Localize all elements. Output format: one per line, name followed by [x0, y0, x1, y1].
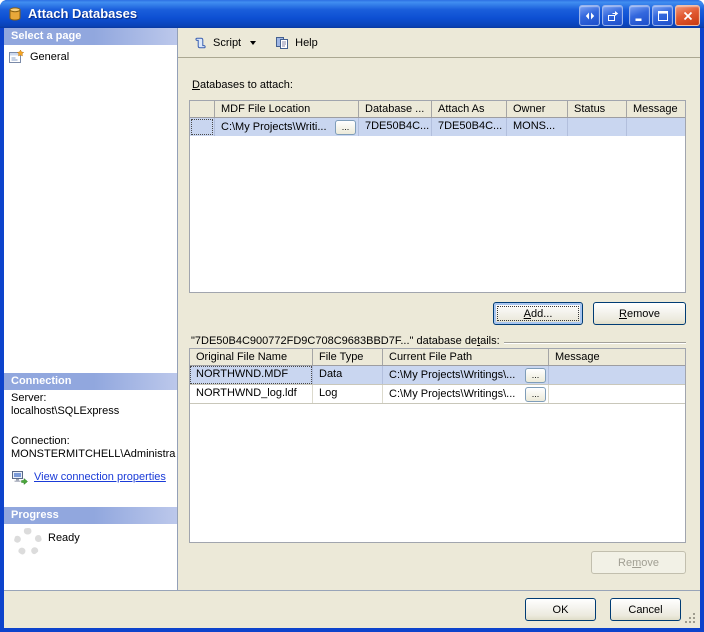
- script-icon: [192, 35, 208, 51]
- row-focus-rect: [191, 119, 213, 135]
- browse-data-file-button[interactable]: ...: [525, 367, 546, 383]
- help-button-label: Help: [295, 36, 318, 49]
- status-cell: [568, 118, 627, 136]
- progress-status: Ready: [48, 532, 80, 544]
- add-button[interactable]: Add...: [493, 302, 583, 325]
- details-grid-row-data[interactable]: NORTHWND.MDF Data C:\My Projects\Writing…: [190, 366, 685, 385]
- connection-value: MONSTERMITCHELL\Administra: [11, 448, 176, 460]
- column-header-owner: Owner: [507, 101, 568, 117]
- script-button-label: Script: [213, 36, 242, 49]
- script-dropdown-icon: [250, 40, 257, 45]
- browse-mdf-button[interactable]: ...: [335, 119, 356, 135]
- column-header-original-file-name: Original File Name: [190, 349, 313, 365]
- message-cell: [627, 118, 685, 136]
- connection-label: Connection:: [11, 435, 70, 447]
- details-grid-row-log[interactable]: NORTHWND_log.ldf Log C:\My Projects\Writ…: [190, 385, 685, 404]
- current-file-path-value: C:\My Projects\Writings\...: [389, 387, 516, 400]
- progress-header: Progress: [4, 507, 177, 524]
- database-icon: [7, 6, 23, 22]
- database-details-grid[interactable]: Original File Name File Type Current Fil…: [189, 348, 686, 543]
- column-header-row-selector: [190, 101, 215, 117]
- close-button[interactable]: [675, 5, 700, 26]
- script-button[interactable]: Script: [186, 32, 262, 54]
- column-header-message: Message: [633, 103, 678, 115]
- mdf-file-location-cell: C:\My Projects\Writi... ...: [215, 118, 359, 136]
- details-message-cell: [549, 366, 685, 384]
- current-file-path-cell: C:\My Projects\Writings\... ...: [383, 385, 549, 403]
- remove-button[interactable]: Remove: [593, 302, 686, 325]
- current-file-path-value: C:\My Projects\Writings\...: [389, 368, 516, 381]
- main-panel: Script Help Databases to attach: MDF Fil…: [178, 28, 700, 590]
- original-file-name-value: NORTHWND.MDF: [196, 368, 289, 380]
- attach-as-cell: 7DE50B4C...: [432, 118, 507, 136]
- general-page-icon: [8, 48, 25, 65]
- column-header-mdf-file-location: MDF File Location: [215, 101, 359, 117]
- footer: OK Cancel: [4, 590, 700, 628]
- original-file-name-cell: NORTHWND.MDF: [190, 366, 313, 384]
- details-grid-header: Original File Name File Type Current Fil…: [190, 349, 685, 366]
- sidebar-item-general[interactable]: General: [8, 48, 69, 65]
- column-header-details-message: Message: [555, 351, 600, 363]
- maximize-button[interactable]: [652, 5, 673, 26]
- original-file-name-cell: NORTHWND_log.ldf: [190, 385, 313, 403]
- column-header-file-type: File Type: [313, 349, 383, 365]
- column-header-current-file-path: Current File Path: [383, 349, 549, 365]
- minimize-button[interactable]: [629, 5, 650, 26]
- row-selector-cell[interactable]: [190, 118, 215, 136]
- window-controls: [579, 5, 700, 26]
- nav-arrows-button[interactable]: [579, 5, 600, 26]
- owner-cell: MONS...: [507, 118, 568, 136]
- details-message-cell: [549, 385, 685, 403]
- ok-button[interactable]: OK: [525, 598, 596, 621]
- file-type-cell: Log: [313, 385, 383, 403]
- view-connection-properties-link[interactable]: View connection properties: [34, 471, 166, 483]
- progress-spinner-icon: [14, 528, 42, 556]
- remove-details-button[interactable]: Remove: [591, 551, 686, 574]
- attach-grid-row[interactable]: C:\My Projects\Writi... ... 7DE50B4C... …: [190, 118, 685, 136]
- dialog-body: Select a page General Connection Server:…: [4, 28, 700, 628]
- column-header-status: Status: [568, 101, 627, 117]
- column-header-attach-as: Attach As: [432, 101, 507, 117]
- mdf-file-location-value: C:\My Projects\Writi...: [221, 120, 327, 133]
- pop-out-button[interactable]: [602, 5, 623, 26]
- button-focus-rect: [497, 306, 579, 321]
- connection-properties-icon: [11, 469, 28, 485]
- toolbar: Script Help: [178, 28, 700, 58]
- databases-to-attach-label: Databases to attach:: [192, 79, 293, 91]
- server-value: localhost\SQLExpress: [11, 405, 120, 417]
- attach-grid-header: MDF File Location Database ... Attach As…: [190, 101, 685, 118]
- cancel-button[interactable]: Cancel: [610, 598, 681, 621]
- sidebar: Select a page General Connection Server:…: [4, 28, 178, 590]
- sidebar-item-general-label: General: [30, 50, 70, 63]
- help-icon: [274, 35, 290, 51]
- resize-grip[interactable]: [683, 611, 696, 624]
- select-a-page-header: Select a page: [4, 28, 177, 45]
- databases-to-attach-grid[interactable]: MDF File Location Database ... Attach As…: [189, 100, 686, 293]
- group-box-line: [503, 342, 686, 343]
- server-label: Server:: [11, 392, 47, 404]
- browse-log-file-button[interactable]: ...: [525, 386, 546, 402]
- database-details-label: "7DE50B4C900772FD9C708C9683BBD7F..." dat…: [191, 335, 500, 347]
- attach-databases-dialog: Attach Databases Select a page General C…: [0, 0, 704, 632]
- column-header-database: Database ...: [359, 101, 432, 117]
- window-title: Attach Databases: [28, 6, 138, 21]
- current-file-path-cell: C:\My Projects\Writings\... ...: [383, 366, 549, 384]
- file-type-cell: Data: [313, 366, 383, 384]
- titlebar[interactable]: Attach Databases: [0, 0, 704, 28]
- help-button[interactable]: Help: [268, 32, 324, 54]
- database-cell: 7DE50B4C...: [359, 118, 432, 136]
- connection-header: Connection: [4, 373, 177, 390]
